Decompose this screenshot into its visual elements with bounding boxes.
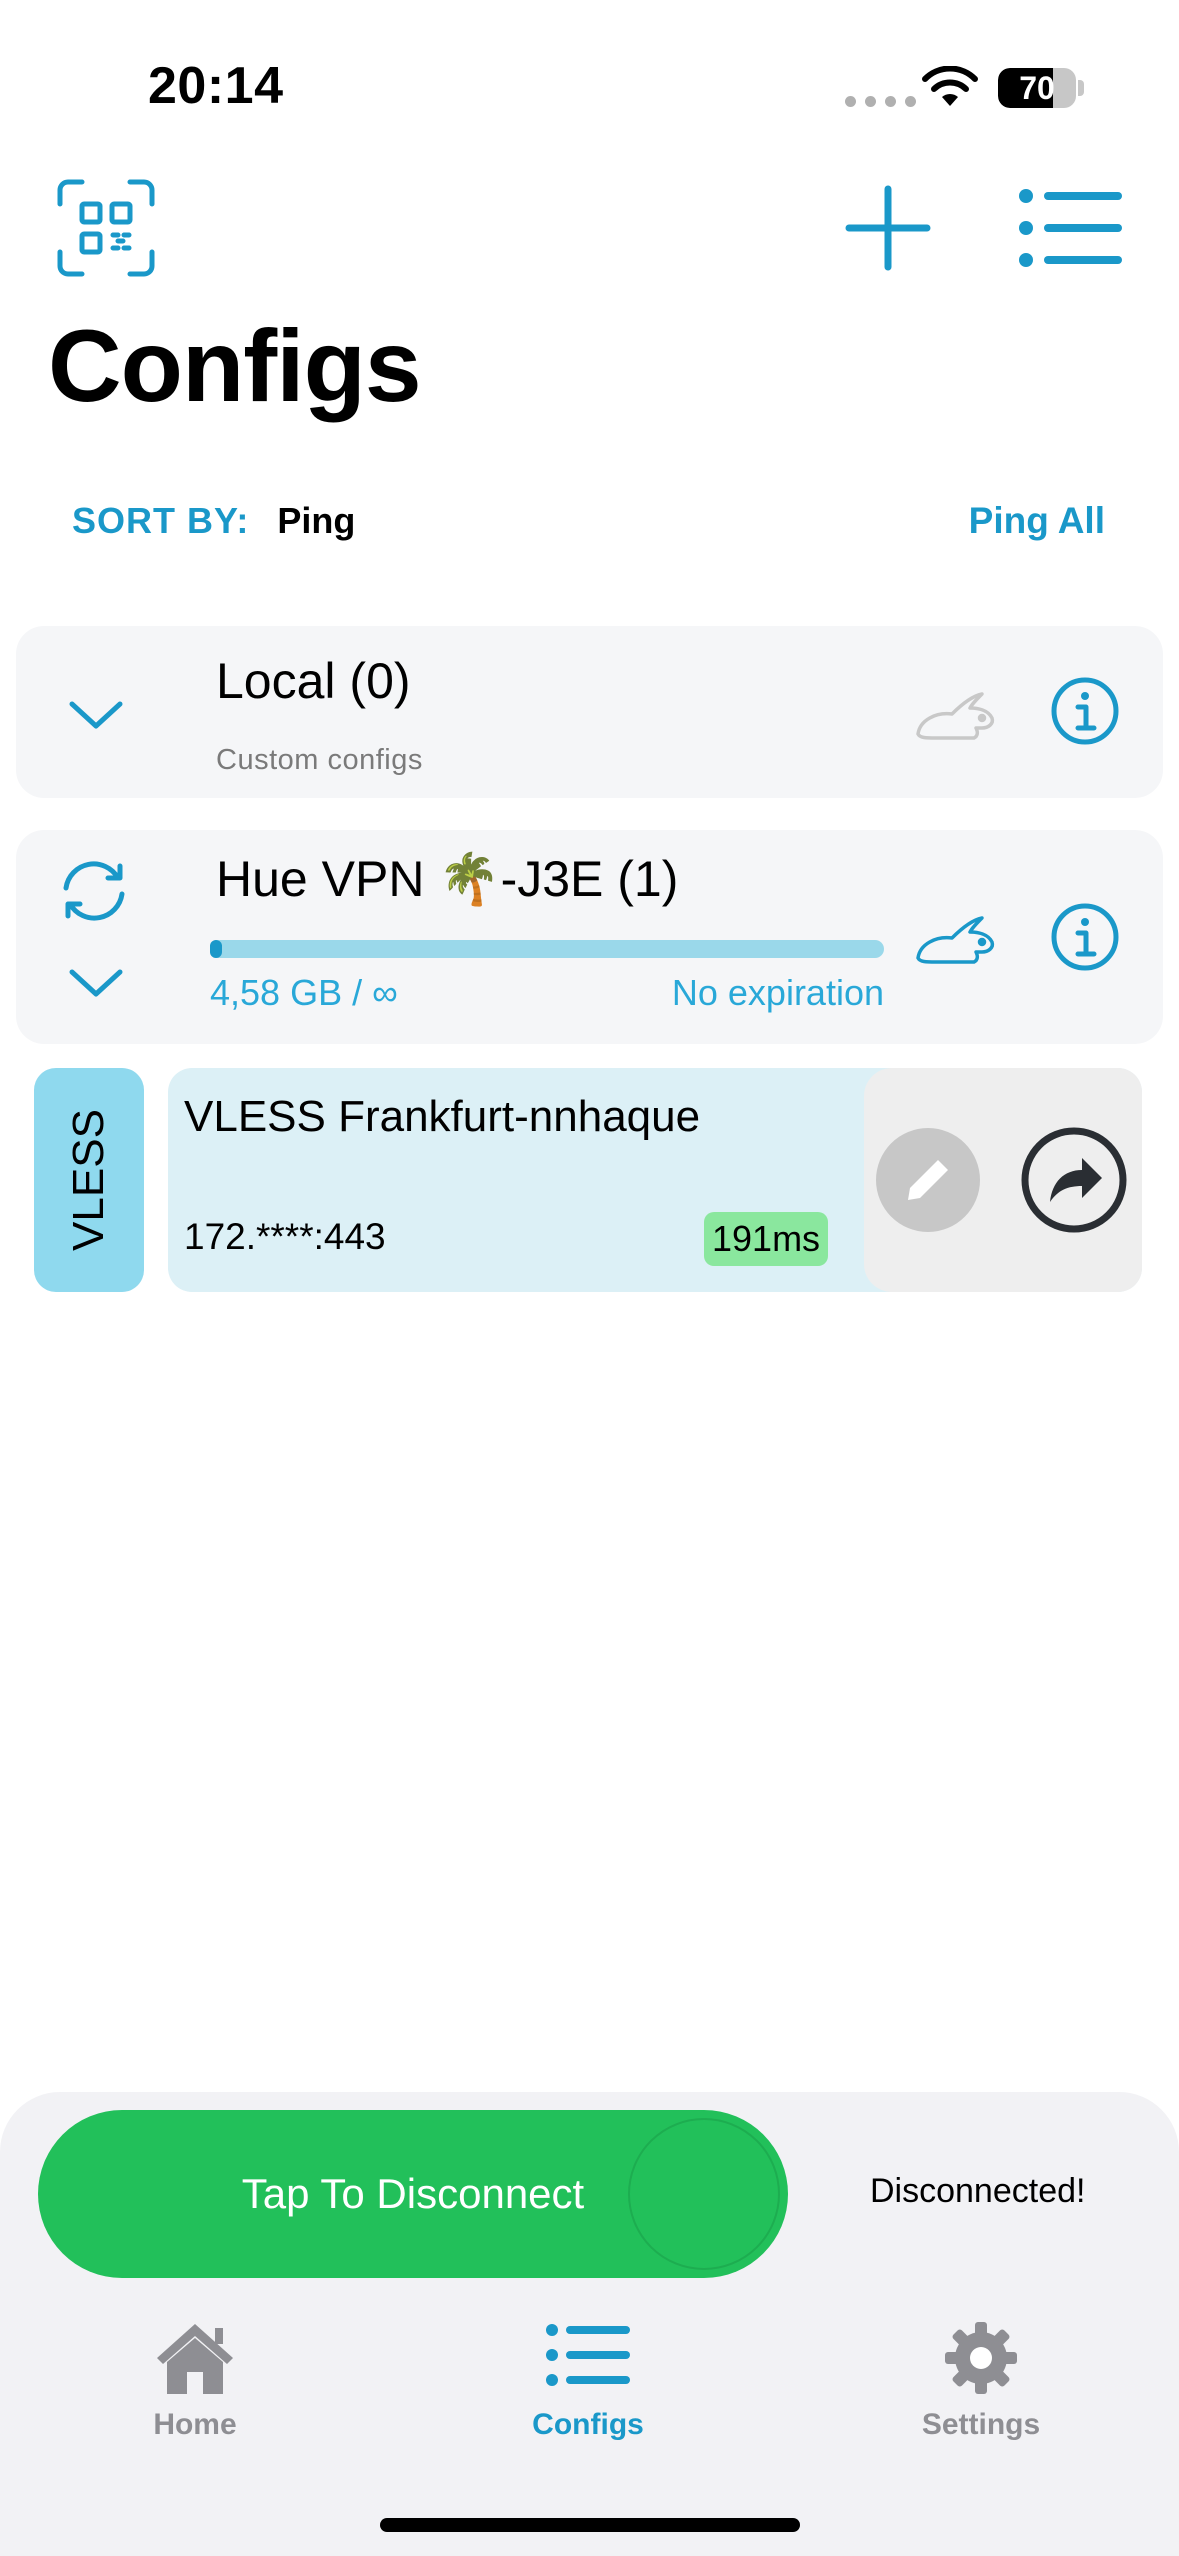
status-bar: 20:14 70 xyxy=(0,0,1179,160)
battery-percent: 70 xyxy=(1019,69,1055,106)
group-title: Hue VPN 🌴-J3E (1) xyxy=(216,851,679,907)
config-actions xyxy=(864,1068,1142,1292)
share-arrow-icon[interactable] xyxy=(1020,1126,1128,1234)
group-subtitle: Custom configs xyxy=(216,744,423,776)
protocol-tag: VLESS xyxy=(34,1068,144,1292)
tab-label: Settings xyxy=(921,2408,1041,2441)
config-address: 172.****:443 xyxy=(184,1216,386,1257)
tab-label: Home xyxy=(153,2408,237,2441)
plus-icon[interactable] xyxy=(843,183,933,273)
cellular-dots-icon xyxy=(845,96,916,107)
disconnect-button[interactable]: Tap To Disconnect xyxy=(38,2110,788,2278)
gear-icon xyxy=(945,2322,1017,2394)
expiration-text: No expiration xyxy=(671,972,884,1013)
info-icon[interactable] xyxy=(1050,902,1120,972)
group-hue-vpn[interactable]: Hue VPN 🌴-J3E (1) 4,58 GB / ∞ No expirat… xyxy=(16,830,1163,1044)
qr-code-scan-icon[interactable] xyxy=(56,178,156,278)
sort-row: SORT BY: Ping xyxy=(72,500,355,542)
sort-label: SORT BY: xyxy=(72,500,250,541)
home-icon xyxy=(157,2324,233,2394)
usage-progress-fill xyxy=(210,940,222,958)
chevron-down-icon[interactable] xyxy=(66,964,126,1000)
tab-label: Configs xyxy=(532,2408,644,2441)
group-local[interactable]: Local (0) Custom configs xyxy=(16,626,1163,798)
ping-badge: 191ms xyxy=(704,1212,829,1266)
group-title: Local (0) xyxy=(216,653,411,709)
edit-button[interactable] xyxy=(876,1128,980,1232)
list-icon xyxy=(546,2324,630,2386)
protocol-label: VLESS xyxy=(64,1109,113,1251)
connection-status: Disconnected! xyxy=(870,2172,1086,2210)
disconnect-button-label: Tap To Disconnect xyxy=(241,2170,585,2217)
chevron-down-icon[interactable] xyxy=(66,696,126,732)
config-name: VLESS Frankfurt-nnhaque xyxy=(184,1092,701,1141)
page-title: Configs xyxy=(48,309,422,423)
refresh-icon[interactable] xyxy=(56,858,132,924)
rabbit-icon[interactable] xyxy=(912,910,998,970)
tab-configs[interactable]: Configs xyxy=(458,2320,718,2460)
tab-settings[interactable]: Settings xyxy=(851,2320,1111,2460)
sort-value[interactable]: Ping xyxy=(277,500,355,542)
rabbit-icon[interactable] xyxy=(912,686,998,746)
config-card[interactable]: VLESS Frankfurt-nnhaque 172.****:443 191… xyxy=(168,1068,1142,1292)
battery-icon: 70 xyxy=(998,68,1076,108)
wifi-icon xyxy=(922,66,978,106)
battery-cap xyxy=(1078,80,1084,96)
usage-progress-bar xyxy=(210,940,884,958)
info-icon[interactable] xyxy=(1050,676,1120,746)
usage-text: 4,58 GB / ∞ xyxy=(210,972,398,1013)
status-time: 20:14 xyxy=(148,57,284,115)
pencil-icon xyxy=(908,1160,948,1200)
list-icon[interactable] xyxy=(1018,188,1122,268)
home-indicator xyxy=(380,2518,800,2532)
ping-all-button[interactable]: Ping All xyxy=(969,500,1105,542)
tab-home[interactable]: Home xyxy=(65,2320,325,2460)
